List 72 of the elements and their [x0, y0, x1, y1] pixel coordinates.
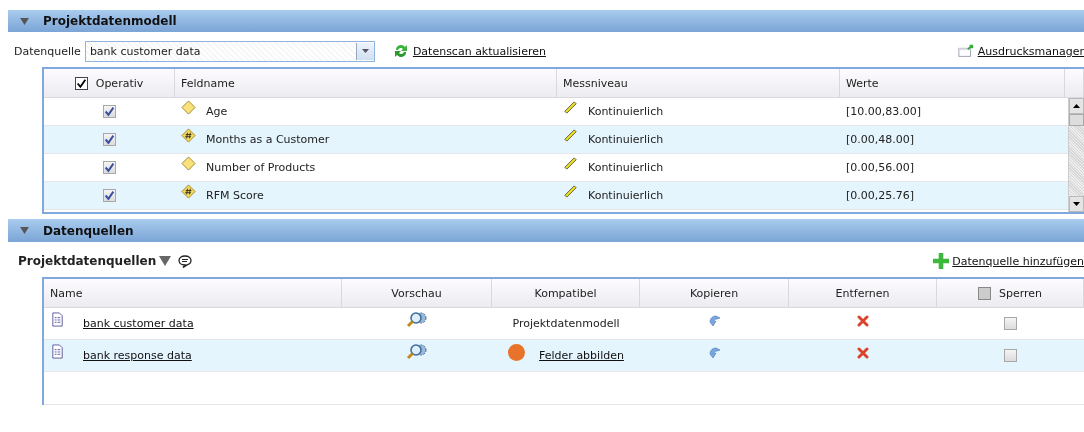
document-icon [50, 312, 65, 327]
refresh-icon[interactable] [392, 43, 409, 59]
measurement-level: Kontinuierlich [588, 189, 664, 202]
column-header[interactable]: Messniveau [563, 76, 628, 90]
window-arrow-icon[interactable] [957, 43, 974, 59]
collapse-icon [20, 227, 29, 234]
add-data-source-link[interactable]: Datenquelle hinzufügen [952, 254, 1084, 268]
value-range: [10.00,83.00] [846, 105, 922, 118]
checkbox[interactable] [1004, 349, 1017, 362]
column-header[interactable]: Kompatibel [534, 286, 597, 300]
caret-icon [361, 49, 369, 53]
ruler-icon [563, 156, 578, 171]
measurement-level: Kontinuierlich [588, 133, 664, 146]
field-name: RFM Score [206, 189, 264, 202]
up-arrow-icon [1073, 104, 1080, 108]
value-range: [0.00,48.00] [846, 133, 915, 146]
column-header[interactable]: Feldname [181, 76, 235, 90]
field-name: Number of Products [206, 161, 316, 174]
expression-manager-link[interactable]: Ausdrucksmanager [977, 44, 1084, 58]
value-range: [0.00,25.76] [846, 189, 915, 202]
column-header[interactable]: Entfernen [835, 286, 890, 300]
column-header[interactable]: Werte [846, 76, 879, 90]
column-header[interactable]: Operativ [95, 76, 144, 90]
measurement-level: Kontinuierlich [588, 161, 664, 174]
magnifier-gear-icon[interactable] [406, 310, 428, 329]
checkbox[interactable] [103, 133, 116, 146]
measurement-level: Kontinuierlich [588, 105, 664, 118]
magnifier-gear-icon[interactable] [406, 342, 428, 361]
column-header[interactable]: Name [50, 286, 83, 300]
column-header[interactable]: Sperren [998, 286, 1043, 300]
source-dropdown[interactable]: bank customer data [84, 40, 375, 62]
ruler-icon [563, 184, 578, 199]
delete-icon[interactable] [857, 314, 869, 327]
checkbox[interactable] [74, 76, 88, 90]
ruler-icon [563, 100, 578, 115]
delete-icon[interactable] [857, 346, 869, 359]
triangle-icon[interactable] [159, 256, 172, 266]
section-header[interactable]: Projektdatenmodell [8, 10, 1084, 32]
value-range: [0.00,56.00] [846, 161, 915, 174]
ruler-icon [563, 128, 578, 143]
speech-bubble-icon[interactable] [178, 254, 193, 268]
checkbox[interactable] [1004, 317, 1017, 330]
source-label: Datenquelle [14, 44, 81, 58]
section-header[interactable]: Datenquellen [8, 219, 1084, 242]
collapse-icon [20, 17, 29, 25]
hash-diamond-icon [181, 128, 196, 143]
diamond-icon [181, 100, 196, 115]
field-name: Months as a Customer [206, 133, 330, 146]
checkbox[interactable] [103, 161, 116, 174]
diamond-icon [181, 156, 196, 171]
column-header[interactable]: Kopieren [689, 286, 739, 300]
section-title: Datenquellen [43, 223, 134, 238]
scrollbar[interactable] [1068, 98, 1084, 212]
data-source-link[interactable]: bank customer data [83, 317, 194, 330]
field-name: Age [206, 105, 228, 118]
hash-diamond-icon [181, 184, 196, 199]
scrollbar-thumb[interactable] [1069, 114, 1084, 126]
down-arrow-icon [1073, 202, 1080, 206]
plus-icon[interactable] [933, 253, 950, 269]
column-header[interactable]: Vorschau [391, 286, 442, 300]
data-source-link[interactable]: bank response data [83, 349, 192, 362]
subsection-title: Projektdatenquellen [18, 254, 157, 268]
compatibility-text: Projektdatenmodell [512, 317, 620, 330]
rescan-link[interactable]: Datenscan aktualisieren [412, 44, 546, 58]
document-icon [50, 344, 65, 359]
checkbox[interactable] [103, 105, 116, 118]
copy-arrow-icon[interactable] [708, 346, 721, 359]
copy-arrow-icon[interactable] [708, 314, 721, 327]
section-title: Projektdatenmodell [43, 14, 177, 28]
map-fields-link[interactable]: Felder abbilden [539, 349, 624, 362]
checkbox[interactable] [977, 286, 991, 300]
checkbox[interactable] [103, 189, 116, 202]
